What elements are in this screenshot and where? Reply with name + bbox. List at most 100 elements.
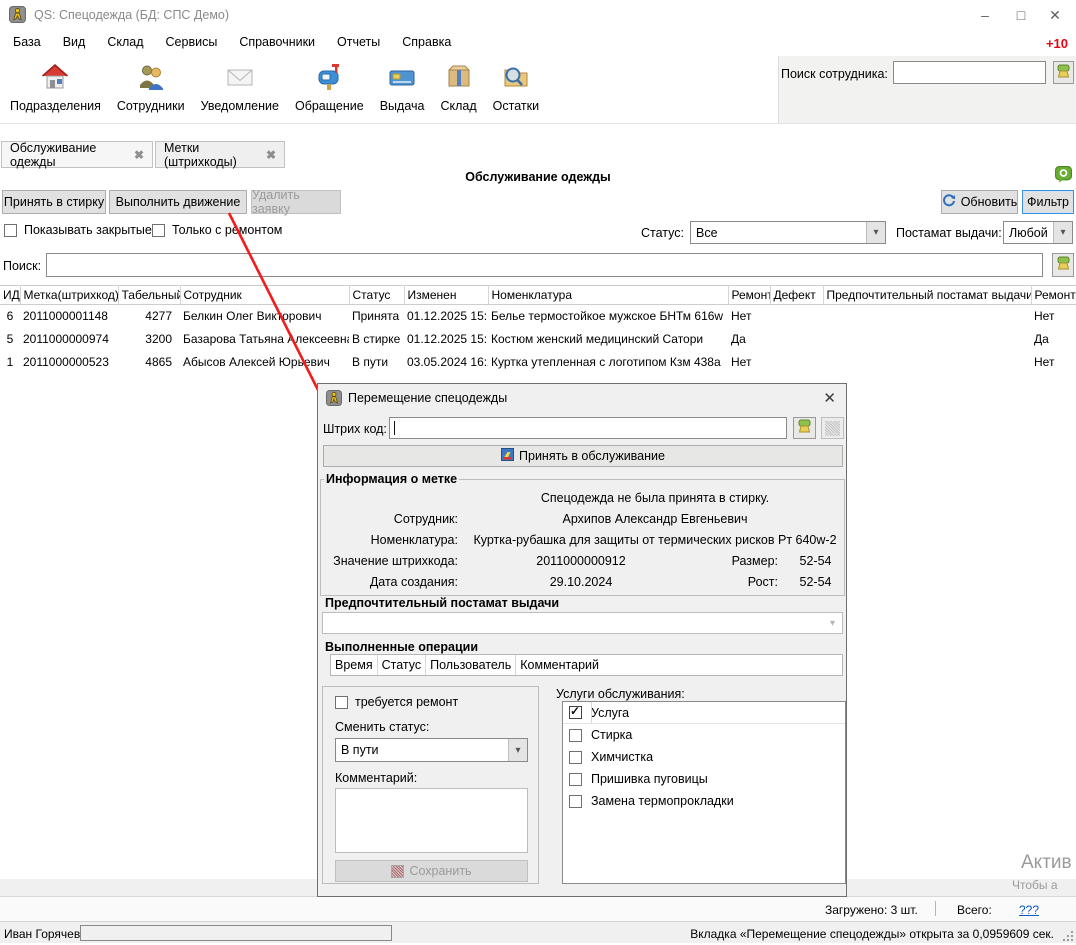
comment-textarea[interactable] bbox=[335, 788, 528, 853]
delete-request-button[interactable]: Удалить заявку bbox=[251, 190, 341, 214]
save-button[interactable]: Сохранить bbox=[335, 860, 528, 882]
chevron-down-icon: ▾ bbox=[823, 613, 842, 633]
close-icon[interactable]: ✕ bbox=[1040, 4, 1070, 26]
col-status[interactable]: Статус bbox=[349, 286, 404, 305]
cell-tabelny: 4865 bbox=[118, 351, 180, 374]
col-sotrudnik[interactable]: Сотрудник bbox=[180, 286, 349, 305]
execute-move-button[interactable]: Выполнить движение bbox=[109, 190, 247, 214]
toolbar-sotrudniki-button[interactable]: Сотрудники bbox=[109, 60, 193, 120]
menu-sklad[interactable]: Склад bbox=[96, 32, 154, 52]
window-title: QS: Спецодежда (БД: СПС Демо) bbox=[34, 8, 229, 22]
col-nomenklatura[interactable]: Номенклатура bbox=[488, 286, 728, 305]
checkbox-icon[interactable] bbox=[569, 773, 582, 786]
checkbox-icon[interactable] bbox=[569, 729, 582, 742]
col-izmenen[interactable]: Изменен bbox=[404, 286, 488, 305]
ops-col-kommentariy[interactable]: Комментарий bbox=[516, 655, 603, 675]
print-icon bbox=[825, 421, 840, 436]
toolbar-uvedomlenie-button[interactable]: Уведомление bbox=[193, 60, 287, 120]
maximize-icon[interactable]: □ bbox=[1006, 4, 1036, 26]
menu-spravochniki[interactable]: Справочники bbox=[228, 32, 326, 52]
menu-baza[interactable]: База bbox=[2, 32, 52, 52]
tab-metki-shtrihkody[interactable]: Метки (штрихкоды) ✖ bbox=[155, 141, 285, 168]
toolbar-vydacha-button[interactable]: Выдача bbox=[372, 60, 433, 120]
service-item-himchistka[interactable]: Химчистка bbox=[563, 746, 845, 768]
toolbar-label: Подразделения bbox=[10, 99, 101, 113]
filter-button[interactable]: Фильтр bbox=[1022, 190, 1074, 214]
cell-sotrudnik: Белкин Олег Викторович bbox=[180, 305, 349, 328]
dialog-close-icon[interactable]: ✕ bbox=[823, 389, 836, 407]
cell-status: В пути bbox=[349, 351, 404, 374]
menu-servisy[interactable]: Сервисы bbox=[155, 32, 229, 52]
tab-close-icon[interactable]: ✖ bbox=[134, 148, 144, 162]
show-closed-label: Показывать закрытые bbox=[24, 223, 152, 237]
col-metka[interactable]: Метка(штрихкод) bbox=[20, 286, 118, 305]
toolbar-podrazdeleniya-button[interactable]: Подразделения bbox=[2, 60, 109, 120]
table-row[interactable]: 5 2011000000974 3200 Базарова Татьяна Ал… bbox=[0, 328, 1076, 351]
services-listbox[interactable]: ✓ Услуга Стирка Химчистка Пришивка пугов… bbox=[562, 701, 846, 884]
scan-icon bbox=[1056, 256, 1071, 274]
checkbox-icon[interactable] bbox=[335, 696, 348, 709]
col-postamat[interactable]: Предпочтительный постамат выдачи bbox=[823, 286, 1031, 305]
col-remont[interactable]: Ремонт bbox=[728, 286, 770, 305]
employee-scan-button[interactable] bbox=[1053, 61, 1074, 84]
user-select-box[interactable] bbox=[80, 925, 392, 941]
tab-label: Метки (штрихкоды) bbox=[164, 141, 259, 169]
change-status-select[interactable]: В пути ▾ bbox=[335, 738, 528, 762]
only-repair-checkbox[interactable]: Только с ремонтом bbox=[152, 223, 282, 237]
menu-vid[interactable]: Вид bbox=[52, 32, 97, 52]
menu-otchety[interactable]: Отчеты bbox=[326, 32, 391, 52]
cell-status: В стирке bbox=[349, 328, 404, 351]
status-select[interactable]: Все ▾ bbox=[690, 221, 886, 244]
checkbox-icon[interactable] bbox=[4, 224, 17, 237]
save-icon bbox=[391, 865, 404, 878]
toolbar-ostatki-button[interactable]: Остатки bbox=[485, 60, 547, 120]
cell-defekt bbox=[770, 328, 823, 351]
refresh-button[interactable]: Обновить bbox=[941, 190, 1018, 214]
total-link[interactable]: ??? bbox=[1019, 903, 1039, 917]
col-remont2[interactable]: Ремонт bbox=[1031, 286, 1076, 305]
field-label: Значение штрихкода: bbox=[321, 554, 466, 568]
barcode-input[interactable] bbox=[389, 417, 787, 439]
search-input[interactable] bbox=[46, 253, 1043, 277]
show-closed-checkbox[interactable]: Показывать закрытые bbox=[4, 223, 152, 237]
checkbox-icon[interactable] bbox=[152, 224, 165, 237]
text-caret bbox=[394, 421, 395, 435]
tab-close-icon[interactable]: ✖ bbox=[266, 148, 276, 162]
menu-spravka[interactable]: Справка bbox=[391, 32, 462, 52]
ops-col-status[interactable]: Статус bbox=[378, 655, 427, 675]
cell-izmenen: 03.05.2024 16:20 bbox=[404, 351, 488, 374]
main-toolbar: Подразделения Сотрудники Уведомление Обр… bbox=[0, 56, 778, 124]
col-defekt[interactable]: Дефект bbox=[770, 286, 823, 305]
checkbox-icon[interactable] bbox=[569, 795, 582, 808]
barcode-scan-button[interactable] bbox=[793, 417, 816, 439]
tab-obsluzhivanie-odezhdy[interactable]: Обслуживание одежды ✖ bbox=[1, 141, 153, 168]
title-bar: QS: Спецодежда (БД: СПС Демо) – □ ✕ bbox=[0, 0, 1076, 30]
service-item-stirka[interactable]: Стирка bbox=[563, 724, 845, 746]
col-tabelny[interactable]: Табельный bbox=[118, 286, 180, 305]
service-item-usluga[interactable]: ✓ Услуга bbox=[563, 702, 845, 724]
repair-needed-checkbox[interactable]: требуется ремонт bbox=[335, 695, 458, 709]
ops-col-vremya[interactable]: Время bbox=[331, 655, 378, 675]
employee-search-input[interactable] bbox=[893, 61, 1046, 84]
service-item-prishivka[interactable]: Пришивка пуговицы bbox=[563, 768, 845, 790]
cell-id: 6 bbox=[0, 305, 20, 328]
accept-service-button[interactable]: Принять в обслуживание bbox=[323, 445, 843, 467]
print-button-disabled[interactable] bbox=[821, 417, 844, 439]
table-row[interactable]: 1 2011000000523 4865 Абысов Алексей Юрье… bbox=[0, 351, 1076, 374]
card-icon bbox=[387, 62, 417, 95]
service-item-zamena[interactable]: Замена термопрокладки bbox=[563, 790, 845, 812]
accept-wash-button[interactable]: Принять в стирку bbox=[2, 190, 106, 214]
search-scan-button[interactable] bbox=[1052, 253, 1074, 277]
info-bubble-icon[interactable] bbox=[1055, 166, 1072, 186]
checkbox-icon[interactable] bbox=[569, 751, 582, 764]
toolbar-sklad-button[interactable]: Склад bbox=[432, 60, 484, 120]
table-row[interactable]: 6 2011000001148 4277 Белкин Олег Викторо… bbox=[0, 305, 1076, 328]
cell-id: 1 bbox=[0, 351, 20, 374]
postamat-select[interactable]: Любой ▾ bbox=[1003, 221, 1073, 244]
ops-col-polzovatel[interactable]: Пользователь bbox=[426, 655, 516, 675]
checkbox-checked-icon[interactable]: ✓ bbox=[569, 706, 582, 719]
toolbar-obraschenie-button[interactable]: Обращение bbox=[287, 60, 372, 120]
postamat-dialog-select[interactable]: ▾ bbox=[322, 612, 843, 634]
col-id[interactable]: ИД bbox=[0, 286, 20, 305]
minimize-icon[interactable]: – bbox=[970, 4, 1000, 26]
